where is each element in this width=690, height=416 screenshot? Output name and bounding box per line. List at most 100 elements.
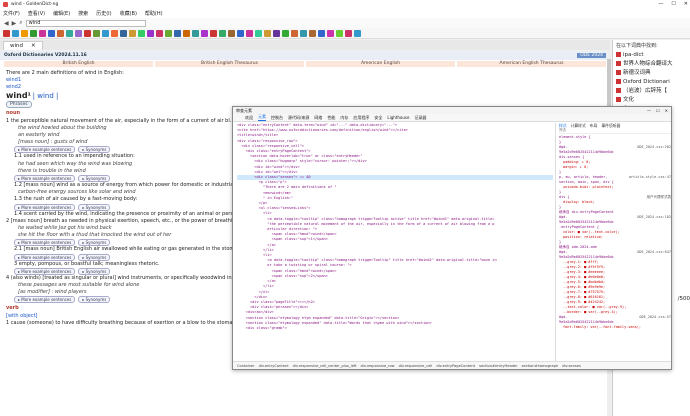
devtools-tab[interactable]: 源代码/来源	[288, 115, 309, 121]
dictionary-toggle-icon[interactable]	[228, 29, 235, 37]
found-dict-item[interactable]: （岩波）広辞苑【	[616, 87, 687, 96]
tab-close-icon[interactable]: ✕	[31, 43, 36, 49]
devtools-tab[interactable]: 性能	[327, 115, 335, 121]
breadcrumb-item[interactable]: section#entryHeader	[479, 364, 518, 368]
synonyms-button[interactable]: ▸ Synonyms	[78, 203, 111, 211]
menu-history[interactable]: 历史(I)	[96, 10, 111, 17]
more-examples-button[interactable]: ▸ More example sentences	[14, 239, 76, 247]
found-dict-item[interactable]: 世界人物综合翻译大	[616, 60, 687, 69]
synonyms-button[interactable]: ▸ Synonyms	[78, 253, 111, 261]
homograph-link-1[interactable]: wind1	[6, 77, 604, 84]
dictionary-toggle-icon[interactable]	[336, 29, 343, 37]
tab-wind[interactable]: wind ✕	[3, 40, 43, 50]
dictionary-toggle-icon[interactable]	[309, 29, 316, 37]
devtools-tab[interactable]: 安全	[374, 115, 382, 121]
devtools-tab[interactable]: 记录器	[414, 115, 426, 121]
devtools-tab[interactable]: 网络	[314, 115, 322, 121]
variant-british[interactable]: British English	[4, 61, 153, 67]
css-source-link[interactable]: ODE_2024.css:202	[637, 145, 671, 150]
dictionary-toggle-icon[interactable]	[282, 29, 289, 37]
breadcrumb-item[interactable]: div.responsive_cell	[399, 364, 433, 368]
dictionary-toggle-icon[interactable]	[354, 29, 361, 37]
devtools-tab[interactable]: 控制台	[271, 115, 283, 121]
dictionary-toggle-icon[interactable]	[201, 29, 208, 37]
breadcrumb-item[interactable]: div.entryPageContent	[436, 364, 475, 368]
devtools-tab[interactable]: 应用程序	[353, 115, 369, 121]
more-examples-button[interactable]: ▸ More example sentences	[14, 146, 76, 154]
dictionary-toggle-icon[interactable]	[300, 29, 307, 37]
dictionary-toggle-icon[interactable]	[111, 29, 118, 37]
styles-subtab[interactable]: 布局	[590, 123, 598, 128]
maximize-button[interactable]: ☐	[671, 1, 675, 7]
more-examples-button[interactable]: ▸ More example sentences	[14, 203, 76, 211]
menu-view[interactable]: 查看(V)	[28, 10, 45, 17]
css-source-link[interactable]: ODE_2024.css:57	[639, 315, 671, 320]
dictionary-toggle-icon[interactable]	[156, 29, 163, 37]
back-icon[interactable]: ◀	[4, 20, 9, 27]
dictionary-toggle-icon[interactable]	[120, 29, 127, 37]
dictionary-toggle-icon[interactable]	[66, 29, 73, 37]
breadcrumb-item[interactable]: div.entryContent	[259, 364, 289, 368]
dictionary-toggle-icon[interactable]	[264, 29, 271, 37]
synonyms-button[interactable]: ▸ Synonyms	[78, 146, 111, 154]
menu-edit[interactable]: 编辑(E)	[53, 10, 70, 17]
css-source-link[interactable]: article-style.css:47	[629, 175, 671, 180]
dictionary-toggle-icon[interactable]	[84, 29, 91, 37]
dictionary-toggle-icon[interactable]	[318, 29, 325, 37]
dictionary-toggle-icon[interactable]	[246, 29, 253, 37]
homograph-link-2[interactable]: wind2	[6, 84, 604, 91]
forward-icon[interactable]: ▶	[12, 20, 17, 27]
devtools-tab[interactable]: Lighthouse	[387, 115, 409, 120]
css-source-link[interactable]: 用户代理样式表	[647, 195, 672, 200]
dictionary-toggle-icon[interactable]	[237, 29, 244, 37]
found-dict-item[interactable]: 文化	[616, 96, 687, 105]
dictionary-toggle-icon[interactable]	[39, 29, 46, 37]
close-button[interactable]: ✕	[684, 1, 688, 7]
variant-american-thesaurus[interactable]: American English Thesaurus	[457, 61, 606, 67]
found-dict-item[interactable]: 新德汉词典	[616, 69, 687, 78]
dictionary-toggle-icon[interactable]	[165, 29, 172, 37]
pronunciation[interactable]: | wind |	[33, 92, 59, 100]
found-dict-item[interactable]: ipa-dict	[616, 51, 687, 60]
devtools-tab[interactable]: 内存	[340, 115, 348, 121]
devtools-minimize-button[interactable]: —	[647, 108, 651, 113]
dictionary-toggle-icon[interactable]	[183, 29, 190, 37]
dictionary-toggle-icon[interactable]	[12, 29, 19, 37]
synonyms-button[interactable]: ▸ Synonyms	[78, 174, 111, 182]
breadcrumb-item[interactable]: div.responsive_row	[361, 364, 395, 368]
dictionary-toggle-icon[interactable]	[345, 29, 352, 37]
dictionary-toggle-icon[interactable]	[255, 29, 262, 37]
styles-subtab[interactable]: 计算样式	[571, 123, 586, 128]
variant-american[interactable]: American English	[306, 61, 455, 67]
dictionary-toggle-icon[interactable]	[129, 29, 136, 37]
css-property[interactable]: font-family: var(--font-family-sans);	[559, 325, 671, 330]
devtools-maximize-button[interactable]: ☐	[656, 108, 660, 113]
dictionary-toggle-icon[interactable]	[93, 29, 100, 37]
synonyms-button[interactable]: ▸ Synonyms	[78, 267, 111, 275]
menu-file[interactable]: 文件(F)	[3, 10, 20, 17]
css-source-link[interactable]: ODE_2024.css:102	[637, 215, 671, 220]
styles-subtab[interactable]: 事件侦听器	[601, 123, 620, 128]
dictionary-toggle-icon[interactable]	[327, 29, 334, 37]
dictionary-toggle-icon[interactable]	[102, 29, 109, 37]
synonyms-button[interactable]: ▸ Synonyms	[78, 296, 111, 304]
found-dict-item[interactable]: Oxford Dictionari	[616, 78, 687, 87]
dictionary-toggle-icon[interactable]	[219, 29, 226, 37]
breadcrumb-item[interactable]: section#homograph	[522, 364, 559, 368]
devtools-tab[interactable]: 欢迎	[245, 115, 253, 121]
more-examples-button[interactable]: ▸ More example sentences	[14, 296, 76, 304]
more-examples-button[interactable]: ▸ More example sentences	[14, 253, 76, 261]
menu-search[interactable]: 搜索	[78, 10, 88, 17]
dictionary-toggle-icon[interactable]	[30, 29, 37, 37]
breadcrumb-item[interactable]: div.responsive_cell_center_plus_left	[293, 364, 357, 368]
dictionary-toggle-icon[interactable]	[75, 29, 82, 37]
dom-node-row[interactable]: <div class="gramb">	[237, 326, 553, 331]
phrases-button[interactable]: Phrases	[6, 100, 32, 109]
search-input[interactable]: wind	[25, 19, 146, 27]
dictionary-toggle-icon[interactable]	[174, 29, 181, 37]
devtools-close-button[interactable]: ✕	[665, 108, 668, 113]
dictionary-header[interactable]: Oxford Dictionaries V2024.11.16 ODE 2024	[0, 51, 610, 60]
dictionary-toggle-icon[interactable]	[138, 29, 145, 37]
breadcrumb-item[interactable]: Container	[237, 364, 255, 368]
styles-filter-input[interactable]: 筛选	[559, 128, 671, 134]
